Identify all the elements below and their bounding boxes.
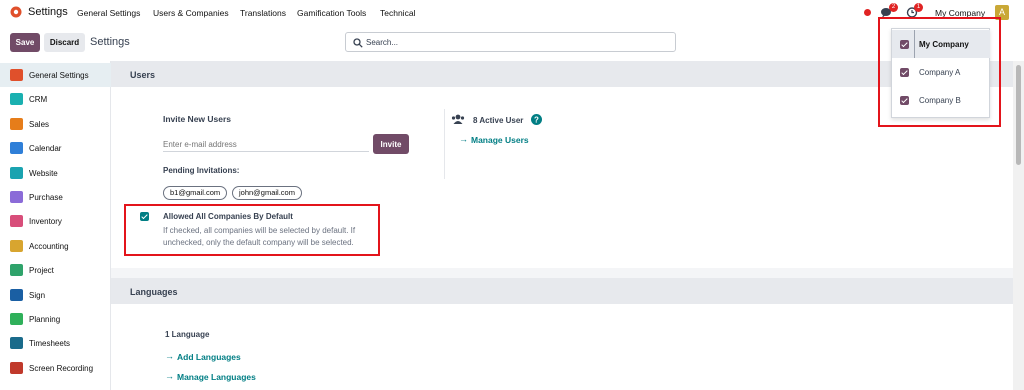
- activity-badge: 1: [914, 3, 923, 12]
- pending-invite-tag[interactable]: john@gmail.com: [232, 186, 302, 200]
- sidebar-item-general-settings[interactable]: General Settings: [0, 63, 111, 87]
- highlight-box: [124, 204, 380, 256]
- add-languages-link[interactable]: Add Languages: [177, 352, 241, 362]
- arrow-right-icon: →: [459, 134, 468, 144]
- manage-languages-link[interactable]: Manage Languages: [177, 372, 256, 382]
- pending-invite-tag[interactable]: b1@gmail.com: [163, 186, 228, 200]
- menu-gamification-tools[interactable]: Gamification Tools: [297, 8, 366, 18]
- scrollbar-thumb[interactable]: [1016, 65, 1021, 165]
- arrow-right-icon: →: [165, 351, 174, 361]
- screen-recording-icon: [10, 361, 23, 374]
- svg-text:?: ?: [534, 116, 539, 125]
- sidebar-item-project[interactable]: Project: [0, 258, 111, 282]
- settings-app-icon[interactable]: [10, 6, 22, 18]
- planning-icon: [10, 313, 23, 325]
- main-scrollbar[interactable]: [1013, 61, 1024, 390]
- sidebar-item-label: Calendar: [29, 144, 62, 154]
- search-icon: [353, 38, 363, 48]
- active-users-count: 8 Active User: [473, 116, 524, 125]
- sidebar-item-timesheets[interactable]: Timesheets: [0, 331, 111, 355]
- sidebar-item-label: CRM: [29, 95, 48, 105]
- sidebar-item-label: Sign: [29, 290, 46, 300]
- discard-button[interactable]: Discard: [44, 33, 85, 52]
- save-button[interactable]: Save: [10, 33, 40, 52]
- sidebar-item-inventory[interactable]: Inventory: [0, 209, 111, 233]
- search-bar[interactable]: [345, 32, 676, 52]
- sidebar-item-calendar[interactable]: Calendar: [0, 136, 111, 160]
- page-title: Settings: [90, 36, 130, 48]
- sidebar-item-accounting[interactable]: Accounting: [0, 234, 111, 258]
- accounting-icon: [10, 239, 23, 252]
- crm-icon: [10, 93, 23, 106]
- sidebar-item-screen-recording[interactable]: Screen Recording: [0, 356, 111, 380]
- top-navbar: Settings General Settings Users & Compan…: [0, 0, 1024, 27]
- purchase-icon: [10, 191, 23, 203]
- sales-icon: [10, 117, 23, 130]
- sidebar-item-label: Timesheets: [29, 339, 71, 349]
- manage-users-link[interactable]: Manage Users: [471, 135, 529, 145]
- language-count: 1 Language: [165, 330, 210, 339]
- sidebar-item-sign[interactable]: Sign: [0, 283, 111, 307]
- sidebar-item-label: Inventory: [29, 217, 62, 227]
- sidebar-item-label: Sales: [29, 119, 50, 129]
- languages-section-header: Languages: [111, 278, 1013, 304]
- chat-badge: 2: [889, 3, 898, 12]
- users-group-icon: [451, 114, 465, 124]
- app-title[interactable]: Settings: [28, 6, 68, 18]
- arrow-right-icon: →: [165, 371, 174, 381]
- languages-section-title: Languages: [130, 287, 178, 297]
- sidebar-item-planning[interactable]: Planning: [0, 307, 111, 331]
- settings-icon: [10, 69, 23, 81]
- languages-panel: 1 Language → Add Languages → Manage Lang…: [111, 304, 1013, 390]
- invite-title: Invite New Users: [163, 114, 232, 124]
- sign-icon: [10, 288, 23, 301]
- sidebar-item-label: General Settings: [29, 71, 89, 80]
- project-icon: [10, 264, 23, 277]
- invite-button[interactable]: Invite: [373, 134, 409, 154]
- sidebar-item-crm[interactable]: CRM: [0, 87, 111, 111]
- search-input[interactable]: [366, 36, 666, 49]
- menu-translations[interactable]: Translations: [240, 8, 286, 18]
- sidebar-item-label: Accounting: [29, 241, 69, 251]
- highlight-box: [878, 17, 1001, 127]
- settings-sidebar: General Settings CRM Sales Calendar Website P…: [0, 61, 111, 390]
- sidebar-item-purchase[interactable]: Purchase: [0, 185, 111, 209]
- invite-email-input[interactable]: [163, 137, 369, 152]
- sidebar-item-website[interactable]: Website: [0, 161, 111, 185]
- status-dot-icon[interactable]: [864, 9, 871, 16]
- sidebar-item-sales[interactable]: Sales: [0, 112, 111, 136]
- timesheets-icon: [10, 337, 23, 350]
- sidebar-item-label: Planning: [29, 315, 61, 324]
- inventory-icon: [10, 215, 23, 228]
- users-section-title: Users: [130, 70, 156, 80]
- sidebar-item-label: Website: [29, 168, 58, 178]
- menu-general-settings[interactable]: General Settings: [77, 8, 140, 18]
- sidebar-item-label: Project: [29, 266, 54, 276]
- help-icon[interactable]: ?: [531, 114, 542, 125]
- menu-technical[interactable]: Technical: [380, 8, 415, 18]
- divider: [444, 109, 445, 179]
- pending-invitations-title: Pending Invitations:: [163, 166, 240, 175]
- sidebar-item-label: Screen Recording: [29, 363, 94, 373]
- menu-users-companies[interactable]: Users & Companies: [153, 8, 229, 18]
- calendar-icon: [10, 142, 23, 155]
- sidebar-item-label: Purchase: [29, 193, 63, 202]
- website-icon: [10, 166, 23, 179]
